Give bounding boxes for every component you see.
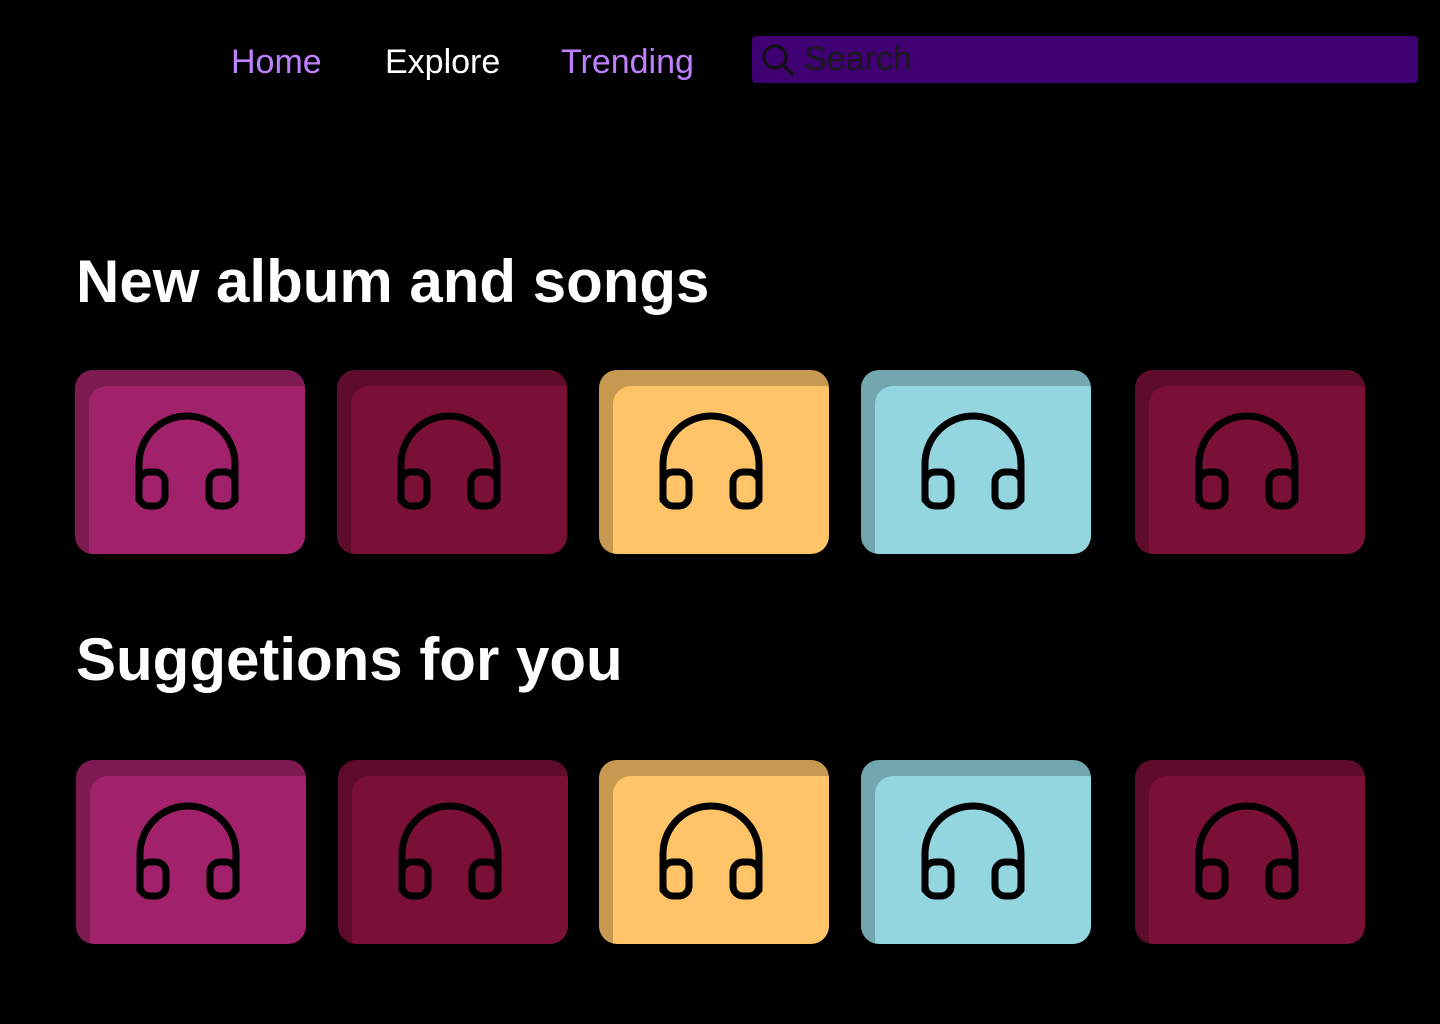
suggestion-card[interactable] <box>1135 760 1365 944</box>
headphones-icon <box>1195 802 1299 900</box>
music-home-page: Home Explore Trending New album and song… <box>0 0 1440 1024</box>
headphones-icon <box>659 802 763 900</box>
album-card[interactable] <box>75 370 305 554</box>
top-nav: Home Explore Trending <box>0 36 1440 84</box>
headphones-icon <box>135 412 239 510</box>
album-card[interactable] <box>861 370 1091 554</box>
suggestion-card[interactable] <box>861 760 1091 944</box>
headphones-icon <box>921 802 1025 900</box>
headphones-icon <box>397 412 501 510</box>
nav-trending-link[interactable]: Trending <box>561 40 694 84</box>
suggestion-card[interactable] <box>338 760 568 944</box>
headphones-icon <box>659 412 763 510</box>
headphones-icon <box>136 802 240 900</box>
headphones-icon <box>398 802 502 900</box>
suggestion-card[interactable] <box>76 760 306 944</box>
suggestions-row <box>0 760 1440 944</box>
search-bar[interactable] <box>752 36 1418 83</box>
search-input[interactable] <box>804 36 1404 83</box>
nav-home-link[interactable]: Home <box>231 40 322 84</box>
search-icon[interactable] <box>760 42 796 78</box>
headphones-icon <box>1195 412 1299 510</box>
headphones-icon <box>921 412 1025 510</box>
section-title-new-albums: New album and songs <box>76 248 710 315</box>
section-title-suggestions: Suggetions for you <box>76 626 623 693</box>
nav-explore-link[interactable]: Explore <box>385 40 500 84</box>
new-albums-row <box>0 370 1440 554</box>
album-card[interactable] <box>337 370 567 554</box>
album-card[interactable] <box>599 370 829 554</box>
album-card[interactable] <box>1135 370 1365 554</box>
suggestion-card[interactable] <box>599 760 829 944</box>
